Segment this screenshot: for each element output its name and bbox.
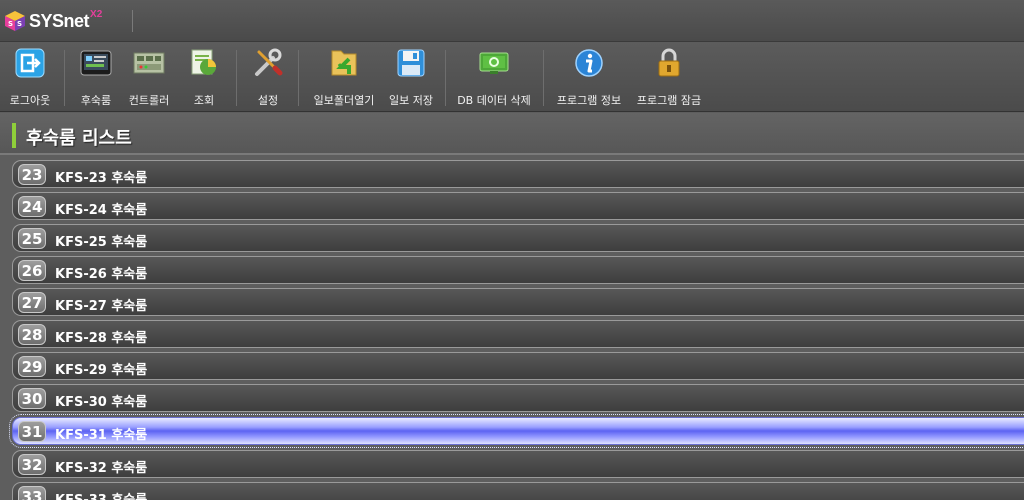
room-number-badge: 31 <box>18 421 46 442</box>
toolbar-divider <box>298 50 299 106</box>
room-number-badge: 29 <box>18 356 46 377</box>
toolbar-divider <box>445 50 446 106</box>
room-row[interactable]: 29 KFS-29 후숙룸 <box>12 352 1024 380</box>
folder-open-icon <box>327 46 361 80</box>
program-info-label: 프로그램 정보 <box>556 94 622 107</box>
search-label: 조회 <box>193 94 215 107</box>
db-delete-label: DB 데이터 삭제 <box>457 94 531 107</box>
logo-text: SYSnet <box>29 10 90 31</box>
room-row[interactable]: 24 KFS-24 후숙룸 <box>12 192 1024 220</box>
room-name: KFS-33 후숙룸 <box>55 489 147 500</box>
room-number-badge: 23 <box>18 164 46 185</box>
room-number-badge: 30 <box>18 388 46 409</box>
toolbar-divider <box>543 50 544 106</box>
controller-label: 컨트롤러 <box>128 94 170 107</box>
controller-button[interactable]: 컨트롤러 <box>124 46 174 110</box>
room-name: KFS-25 후숙룸 <box>55 235 148 250</box>
monitor-icon <box>79 46 113 80</box>
open-report-folder-label: 일보폴더열기 <box>313 94 375 107</box>
logout-icon <box>13 46 47 80</box>
room-name: KFS-32 후숙룸 <box>55 461 148 476</box>
toolbar: 로그아웃 후숙룸 컨트롤러 조회 설정 일보폴더열기 일보 저장 DB 데이터 … <box>0 42 1024 112</box>
program-lock-label: 프로그램 잠금 <box>636 94 702 107</box>
section-header: 후숙룸 리스트 <box>0 113 1024 155</box>
open-report-folder-button[interactable]: 일보폴더열기 <box>309 46 379 110</box>
toolbar-divider <box>64 50 65 106</box>
db-delete-button[interactable]: DB 데이터 삭제 <box>453 46 535 110</box>
cube-logo-icon: S S <box>4 10 26 32</box>
logout-label: 로그아웃 <box>9 94 51 107</box>
app-logo: S S SYSnet X2 <box>4 8 102 34</box>
room-number-badge: 28 <box>18 324 46 345</box>
section-accent-bar <box>12 123 16 148</box>
room-number-badge: 32 <box>18 454 46 475</box>
logo-version: X2 <box>90 8 103 20</box>
settings-button[interactable]: 설정 <box>248 46 288 110</box>
tools-icon <box>251 46 285 80</box>
page-title: 후숙룸 리스트 <box>26 128 132 149</box>
room-row[interactable]: 26 KFS-26 후숙룸 <box>12 256 1024 284</box>
room-name: KFS-28 후숙룸 <box>55 331 148 346</box>
program-info-button[interactable]: 프로그램 정보 <box>552 46 626 110</box>
search-button[interactable]: 조회 <box>184 46 224 110</box>
title-bar: S S SYSnet X2 <box>0 0 1024 42</box>
room-button[interactable]: 후숙룸 <box>74 46 118 110</box>
save-report-label: 일보 저장 <box>389 94 433 107</box>
info-icon <box>572 46 606 80</box>
room-name: KFS-24 후숙룸 <box>55 203 148 218</box>
room-row[interactable]: 23 KFS-23 후숙룸 <box>12 160 1024 188</box>
logout-button[interactable]: 로그아웃 <box>4 46 56 110</box>
room-name: KFS-26 후숙룸 <box>55 267 148 282</box>
room-row[interactable]: 32 KFS-32 후숙룸 <box>12 450 1024 478</box>
svg-text:S: S <box>8 20 13 28</box>
save-report-button[interactable]: 일보 저장 <box>385 46 437 110</box>
toolbar-divider <box>236 50 237 106</box>
room-name: KFS-27 후숙룸 <box>55 299 148 314</box>
svg-text:S: S <box>17 20 22 28</box>
room-number-badge: 26 <box>18 260 46 281</box>
room-row[interactable]: 28 KFS-28 후숙룸 <box>12 320 1024 348</box>
room-number-badge: 24 <box>18 196 46 217</box>
room-number-badge: 33 <box>18 486 46 500</box>
room-label: 후숙룸 <box>80 94 112 107</box>
database-delete-icon <box>477 46 511 80</box>
lock-icon <box>652 46 686 80</box>
room-name: KFS-23 후숙룸 <box>55 171 148 186</box>
room-name: KFS-30 후숙룸 <box>55 395 148 410</box>
room-row-selected[interactable]: 31 KFS-31 후숙룸 <box>9 414 1024 448</box>
room-number-badge: 25 <box>18 228 46 249</box>
settings-label: 설정 <box>257 94 279 107</box>
chart-search-icon <box>187 46 221 80</box>
room-row[interactable]: 33 KFS-33 후숙룸 <box>12 482 1024 500</box>
program-lock-button[interactable]: 프로그램 잠금 <box>632 46 706 110</box>
room-row[interactable]: 27 KFS-27 후숙룸 <box>12 288 1024 316</box>
room-name: KFS-29 후숙룸 <box>55 363 148 378</box>
room-number-badge: 27 <box>18 292 46 313</box>
title-divider <box>132 10 133 32</box>
controller-board-icon <box>132 46 166 80</box>
room-row[interactable]: 25 KFS-25 후숙룸 <box>12 224 1024 252</box>
floppy-save-icon <box>394 46 428 80</box>
room-row[interactable]: 30 KFS-30 후숙룸 <box>12 384 1024 412</box>
room-name: KFS-31 후숙룸 <box>55 428 148 443</box>
